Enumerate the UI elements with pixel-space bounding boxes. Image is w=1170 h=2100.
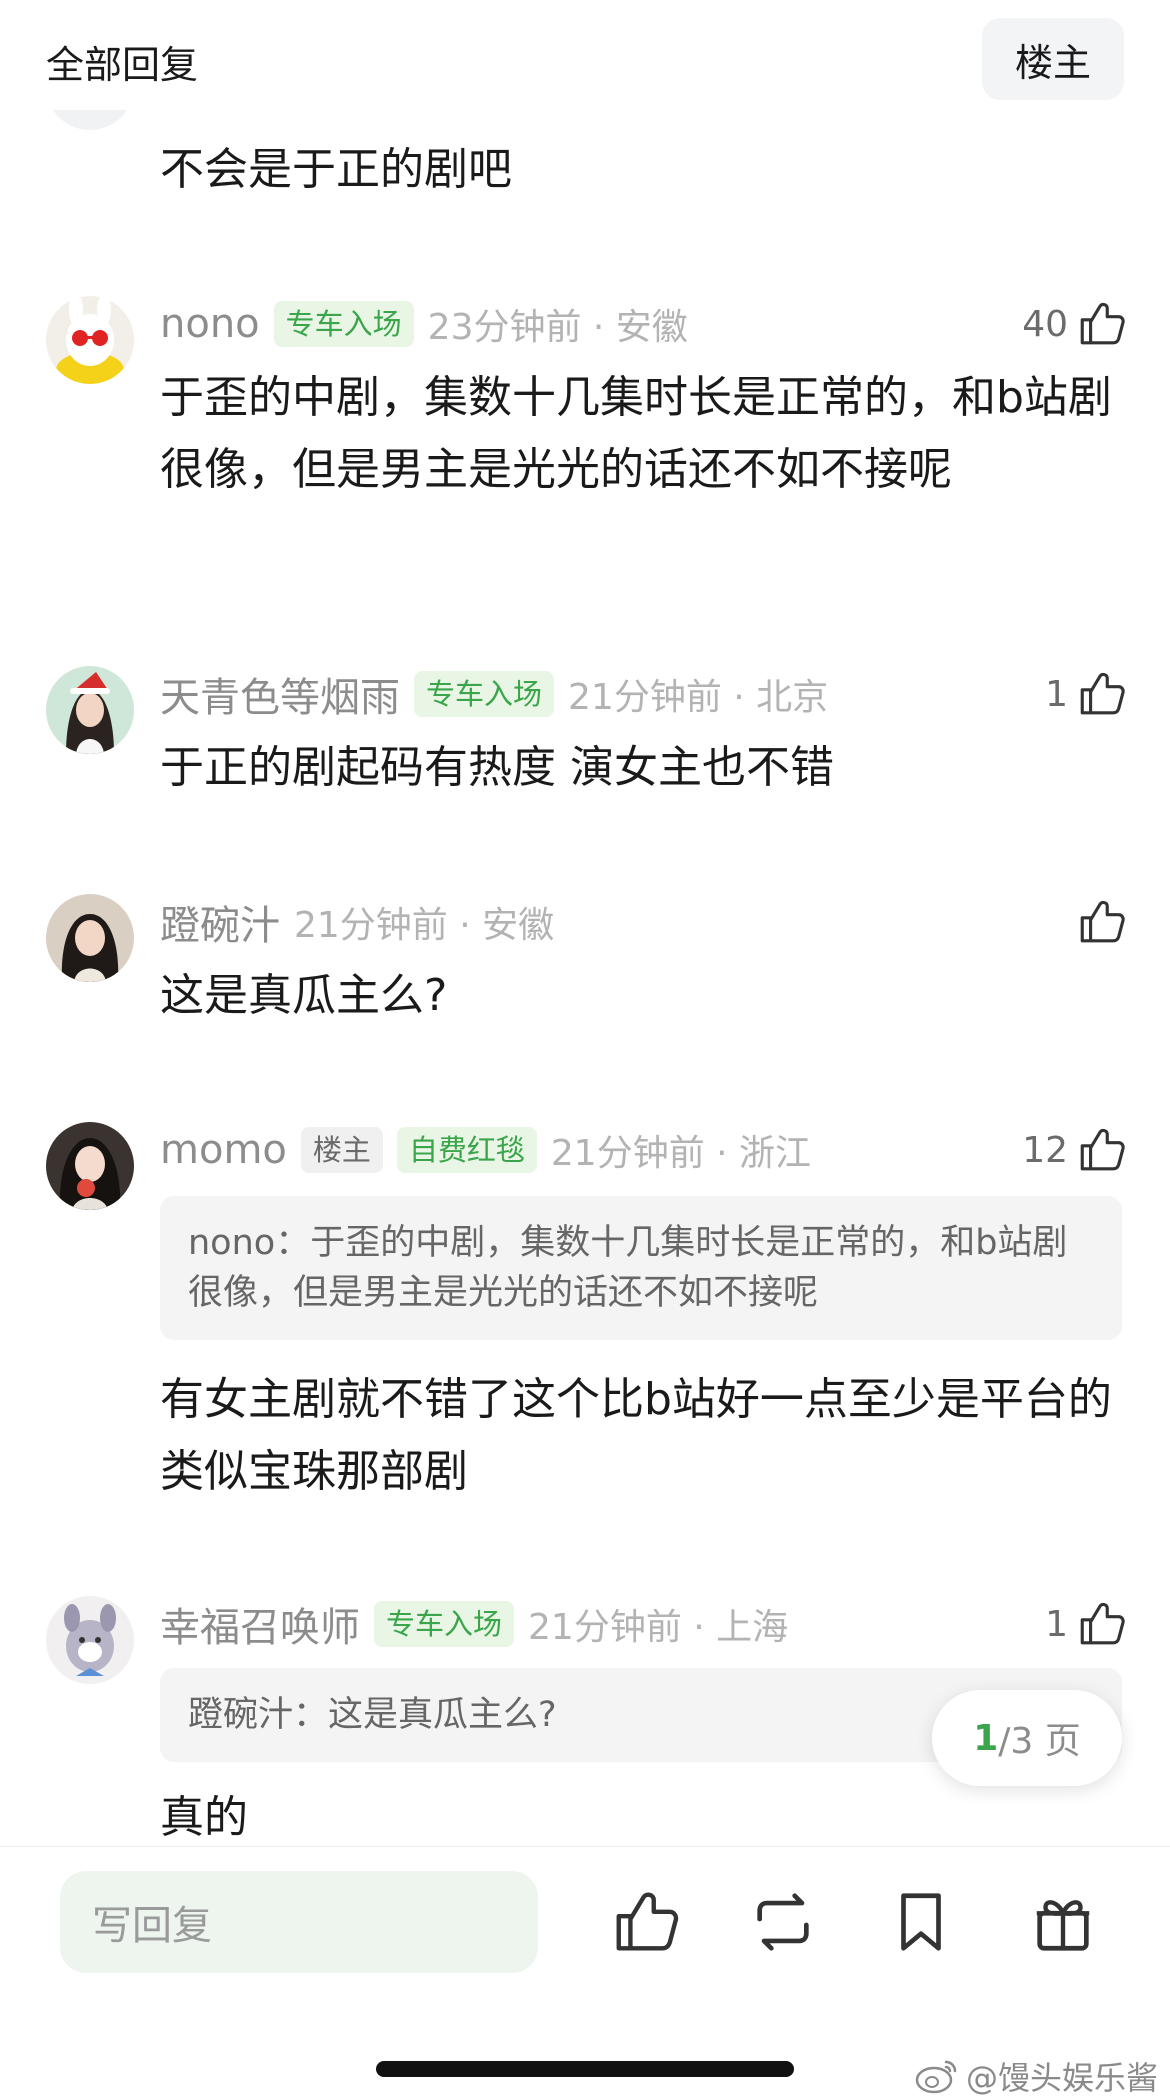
header: 全部回复 楼主 <box>0 0 1170 110</box>
comment-text: 真的 <box>160 1792 248 1843</box>
page-indicator[interactable]: 1 /3 页 <box>932 1690 1122 1786</box>
username[interactable]: 天青色等烟雨 <box>160 665 400 723</box>
like-button[interactable] <box>1076 894 1126 950</box>
thumbs-up-icon <box>1080 900 1125 943</box>
current-page: 1 <box>973 1717 999 1759</box>
like-count: 40 <box>1022 303 1068 345</box>
thumbs-up-icon <box>1080 302 1125 345</box>
weibo-icon <box>915 2060 957 2094</box>
watermark-text: @馒头娱乐酱 <box>965 2059 1158 2097</box>
gift-icon <box>1036 1900 1090 1951</box>
comment-text: 于歪的中剧，集数十几集时长是正常的，和b站剧很像，但是男主是光光的话还不如不接呢 <box>160 372 1112 495</box>
quoted-reply[interactable]: nono：于歪的中剧，集数十几集时长是正常的，和b站剧很像，但是男主是光光的话还… <box>160 1196 1122 1340</box>
comment-text: 不会是于正的剧吧 <box>160 144 512 195</box>
like-button[interactable]: 1 <box>1045 666 1126 722</box>
gift-button[interactable] <box>1028 1887 1098 1957</box>
op-only-button[interactable]: 楼主 <box>982 18 1124 100</box>
username[interactable]: 幸福召唤师 <box>160 1595 360 1653</box>
thumbs-up-icon <box>1080 1128 1125 1171</box>
like-button[interactable]: 40 <box>1022 296 1126 352</box>
comment-time: 23分钟前 · 安徽 <box>427 307 688 348</box>
bookmark-button[interactable] <box>886 1887 956 1957</box>
user-badge: 专车入场 <box>414 671 555 717</box>
like-count: 1 <box>1045 1603 1068 1645</box>
page-title: 全部回复 <box>46 43 199 87</box>
comment-time: 21分钟前 · 上海 <box>528 1607 789 1648</box>
thumbs-up-icon <box>1080 672 1125 715</box>
username[interactable]: 蹬碗汁 <box>160 893 280 951</box>
like-count: 12 <box>1022 1129 1068 1171</box>
avatar[interactable] <box>46 1122 134 1210</box>
username[interactable]: momo <box>160 1127 287 1173</box>
like-button[interactable]: 1 <box>1045 1596 1126 1652</box>
comment-time: 21分钟前 · 安徽 <box>294 905 555 946</box>
bottom-action-bar: 写回复 @馒头娱乐酱 <box>0 1846 1170 2100</box>
comment-text: 有女主剧就不错了这个比b站好一点至少是平台的类似宝珠那部剧 <box>160 1374 1112 1497</box>
avatar[interactable] <box>46 894 134 982</box>
watermark: @馒头娱乐酱 <box>914 2053 1158 2099</box>
user-badge: 专车入场 <box>273 301 414 347</box>
user-badge: 自费红毯 <box>396 1127 537 1173</box>
bookmark-icon <box>901 1893 941 1951</box>
comment-time: 21分钟前 · 浙江 <box>550 1133 812 1174</box>
avatar[interactable] <box>46 666 134 754</box>
avatar[interactable] <box>46 296 134 384</box>
avatar[interactable] <box>46 1596 134 1684</box>
thumbs-up-icon <box>616 1892 679 1951</box>
like-button[interactable]: 12 <box>1022 1122 1126 1178</box>
comment-text: 于正的剧起码有热度 演女主也不错 <box>160 742 834 793</box>
repost-icon <box>757 1893 809 1951</box>
username[interactable]: nono <box>160 301 260 347</box>
comment-text: 这是真瓜主么? <box>160 970 448 1021</box>
total-pages: /3 页 <box>998 1721 1081 1762</box>
like-post-button[interactable] <box>610 1887 680 1957</box>
like-count: 1 <box>1045 673 1068 715</box>
user-badge: 专车入场 <box>374 1601 515 1647</box>
op-badge: 楼主 <box>300 1127 383 1173</box>
reply-input[interactable]: 写回复 <box>60 1871 538 1973</box>
thumbs-up-icon <box>1080 1602 1125 1645</box>
comment-time: 21分钟前 · 北京 <box>568 677 829 718</box>
home-indicator[interactable] <box>376 2061 794 2077</box>
repost-button[interactable] <box>748 1887 818 1957</box>
